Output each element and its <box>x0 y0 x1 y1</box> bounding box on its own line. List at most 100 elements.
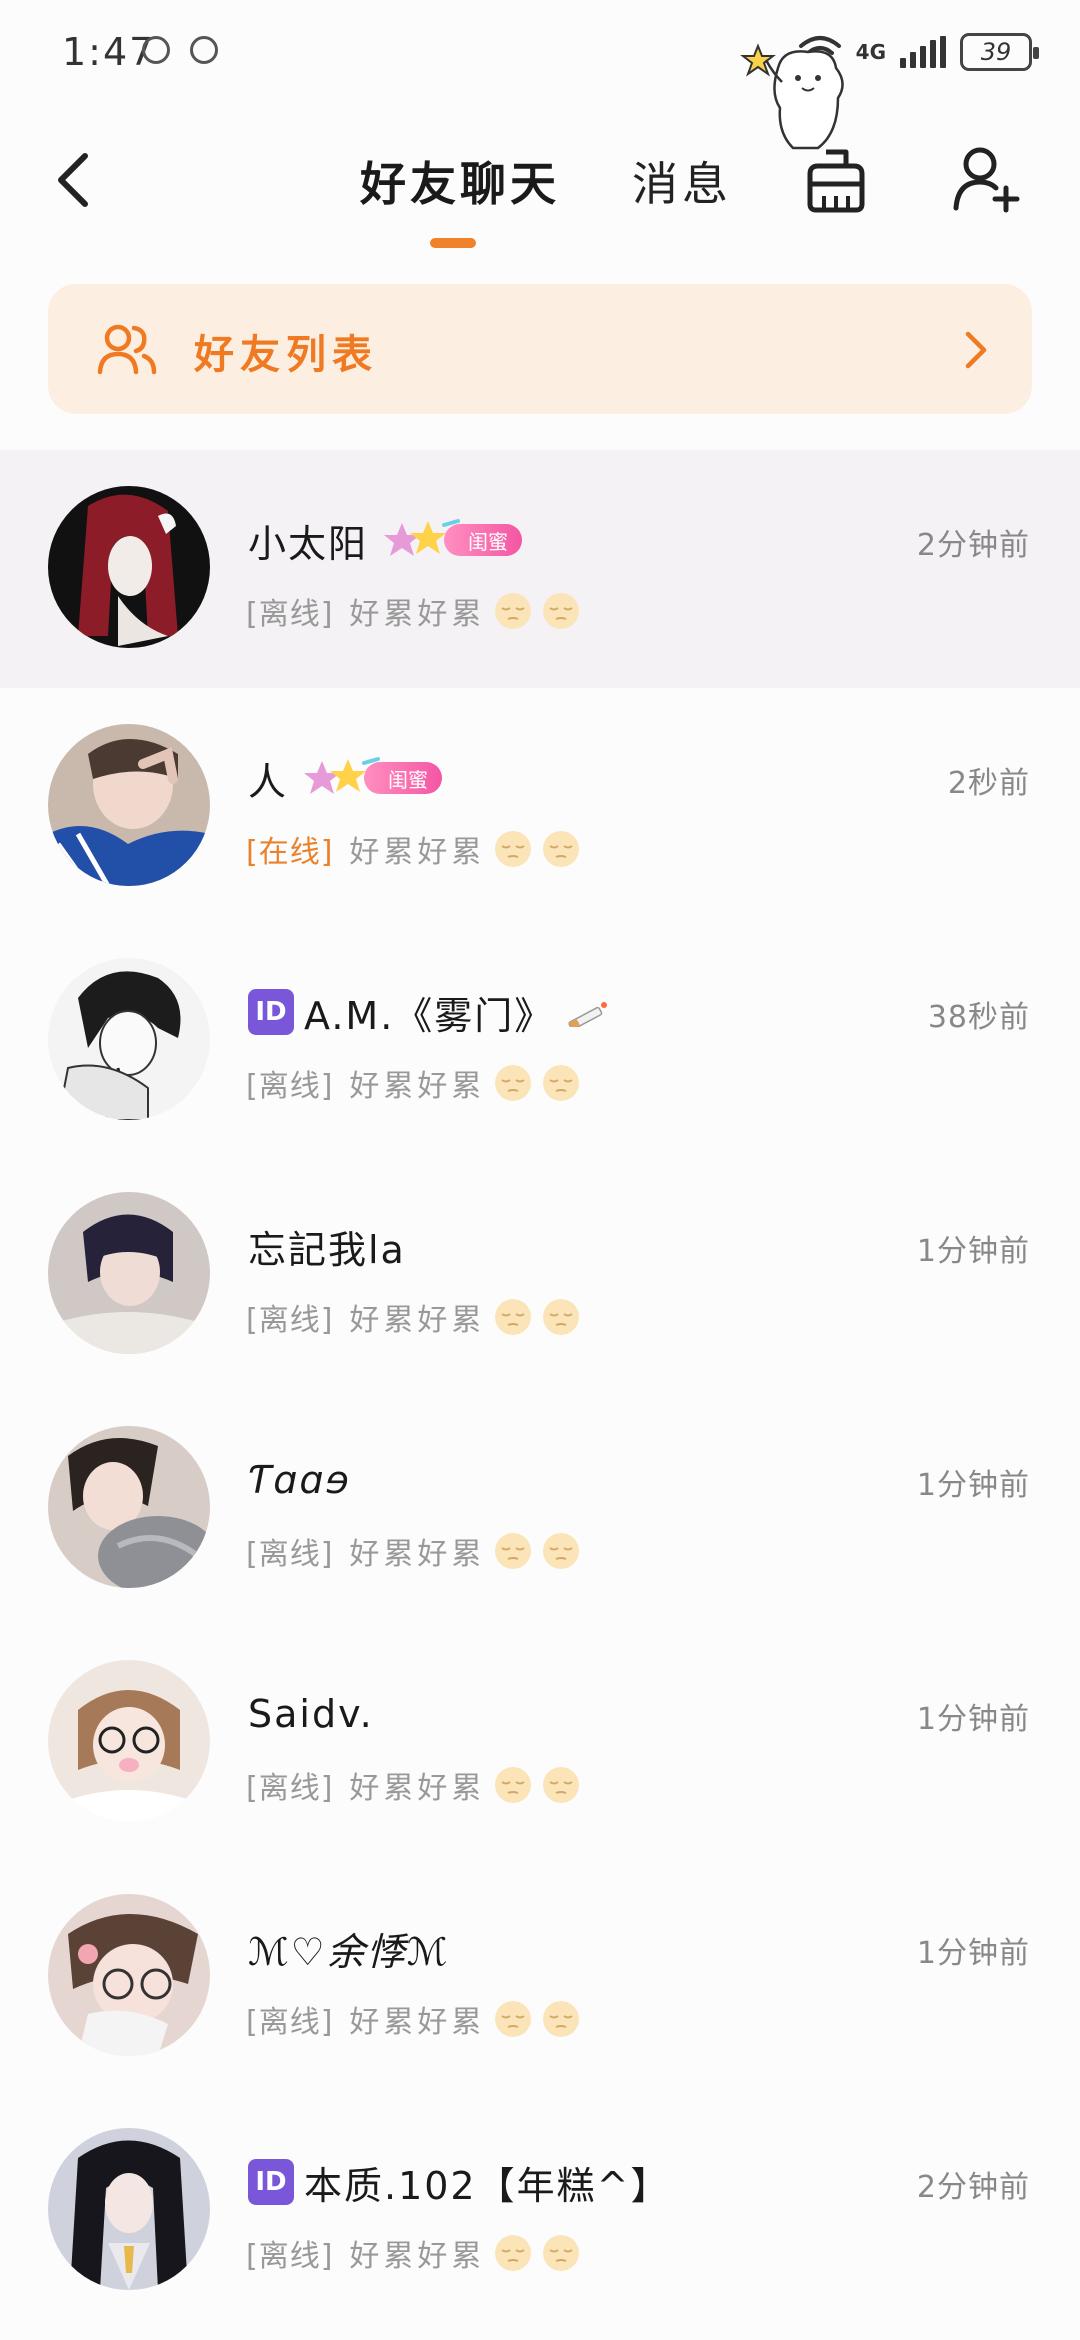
chat-row[interactable]: 人 闺蜜 2秒前 [在线] 好累好累 <box>0 688 1080 922</box>
battery-level: 39 <box>980 38 1012 66</box>
pensive-face-icon <box>495 1533 532 1569</box>
last-active-time: 2分钟前 <box>916 528 1030 563</box>
pensive-face-icon <box>543 593 580 629</box>
last-active-time: 1分钟前 <box>916 1468 1030 1503</box>
broom-icon <box>807 149 865 213</box>
top-navigation: 好友聊天 消息 <box>0 100 1080 270</box>
message-preview: [离线] 好累好累 <box>246 1526 581 1576</box>
pensive-face-icon <box>543 1767 580 1803</box>
avatar <box>48 724 210 886</box>
message-preview: [离线] 好累好累 <box>246 2228 581 2278</box>
chat-list: 小太阳 闺蜜 2分钟前 [离线] 好累好累 人 闺蜜 2秒前 [在线] 好累好累… <box>0 450 1080 2326</box>
name-line: ID 本质.102【年糕^】 <box>248 2154 670 2210</box>
chat-row[interactable]: 小太阳 闺蜜 2分钟前 [离线] 好累好累 <box>0 450 1080 688</box>
id-badge: ID <box>248 989 294 1035</box>
online-status: [在线] <box>246 835 334 870</box>
signal-icon <box>900 36 946 68</box>
avatar <box>48 1660 210 1822</box>
pensive-face-icon <box>495 2235 532 2271</box>
online-status: [离线] <box>246 1537 334 1572</box>
last-active-time: 2分钟前 <box>916 2170 1030 2205</box>
online-status: [离线] <box>246 1303 334 1338</box>
chat-row[interactable]: ℳ♡余悸ℳ 1分钟前 [离线] 好累好累 <box>0 1858 1080 2092</box>
last-active-time: 1分钟前 <box>916 1234 1030 1269</box>
name-line: ℳ♡余悸ℳ <box>248 1920 449 1976</box>
message-preview: [离线] 好累好累 <box>246 586 581 636</box>
notification-icon <box>142 36 170 64</box>
contact-name: ℳ♡余悸ℳ <box>248 1929 450 1974</box>
pensive-face-icon <box>495 1299 532 1335</box>
notification-icon <box>190 36 218 64</box>
name-line: 忘記我la <box>248 1218 406 1274</box>
pensive-face-icon <box>543 2001 580 2037</box>
last-message: 好累好累 <box>349 2239 486 2274</box>
avatar <box>48 958 210 1120</box>
last-active-time: 2秒前 <box>947 766 1030 801</box>
relation-badge: 闺蜜 <box>378 517 523 563</box>
avatar <box>48 486 210 648</box>
pensive-face-icon <box>543 831 580 867</box>
cigarette-icon <box>568 1002 608 1027</box>
contact-name: 本质.102【年糕^】 <box>304 2163 671 2208</box>
tab-messages[interactable]: 消息 <box>632 148 732 214</box>
message-preview: [离线] 好累好累 <box>246 1292 581 1342</box>
relation-label: 闺蜜 <box>444 524 523 556</box>
online-status: [离线] <box>246 2239 334 2274</box>
last-message: 好累好累 <box>349 597 486 632</box>
tab-friend-chat[interactable]: 好友聊天 <box>360 148 560 214</box>
name-line: Saidv. <box>248 1686 374 1742</box>
chat-row[interactable]: 忘記我la 1分钟前 [离线] 好累好累 <box>0 1156 1080 1390</box>
avatar <box>48 2128 210 2290</box>
chevron-right-icon <box>965 331 987 369</box>
add-friend-button[interactable] <box>950 142 1022 214</box>
friend-list-banner[interactable]: 好友列表 <box>48 284 1032 414</box>
avatar <box>48 1192 210 1354</box>
pensive-face-icon <box>495 2001 532 2037</box>
last-active-time: 1分钟前 <box>916 1936 1030 1971</box>
contact-name: 人 <box>248 759 289 804</box>
last-message: 好累好累 <box>349 835 486 870</box>
chat-row[interactable]: ID 本质.102【年糕^】 2分钟前 [离线] 好累好累 <box>0 2092 1080 2326</box>
chat-row[interactable]: ID A.M.《雾门》 38秒前 [离线] 好累好累 <box>0 922 1080 1156</box>
chat-row[interactable]: Saidv. 1分钟前 [离线] 好累好累 <box>0 1624 1080 1858</box>
online-status: [离线] <box>246 597 334 632</box>
active-tab-indicator <box>430 238 476 248</box>
contact-name: Ƭɑɑɘ <box>248 1458 351 1502</box>
add-user-icon <box>953 147 1020 213</box>
last-message: 好累好累 <box>349 1537 486 1572</box>
avatar <box>48 1426 210 1588</box>
last-active-time: 1分钟前 <box>916 1702 1030 1737</box>
battery-icon: 39 <box>960 33 1039 71</box>
last-active-time: 38秒前 <box>927 1000 1030 1035</box>
contact-name: 忘記我la <box>248 1227 406 1272</box>
name-line: Ƭɑɑɘ <box>248 1452 351 1508</box>
chevron-left-icon <box>58 153 88 207</box>
back-button[interactable] <box>40 140 104 220</box>
chat-row[interactable]: Ƭɑɑɘ 1分钟前 [离线] 好累好累 <box>0 1390 1080 1624</box>
pensive-face-icon <box>543 2235 580 2271</box>
name-line: 人 闺蜜 <box>248 750 443 806</box>
relation-badge: 闺蜜 <box>298 755 443 801</box>
contact-name: Saidv. <box>248 1692 374 1736</box>
pensive-face-icon <box>495 1767 532 1803</box>
clear-messages-button[interactable] <box>800 144 872 216</box>
pensive-face-icon <box>495 1065 532 1101</box>
pensive-face-icon <box>495 831 532 867</box>
name-line: ID A.M.《雾门》 <box>248 984 612 1040</box>
last-message: 好累好累 <box>349 1069 486 1104</box>
last-message: 好累好累 <box>349 1303 486 1338</box>
friend-list-label: 好友列表 <box>194 332 378 378</box>
relation-label: 闺蜜 <box>364 762 443 794</box>
last-message: 好累好累 <box>349 2005 486 2040</box>
contact-name: A.M.《雾门》 <box>304 993 555 1038</box>
online-status: [离线] <box>246 1069 334 1104</box>
message-preview: [离线] 好累好累 <box>246 1994 581 2044</box>
status-bar: 1:47 4G 39 <box>0 0 1080 100</box>
message-preview: [离线] 好累好累 <box>246 1760 581 1810</box>
pensive-face-icon <box>543 1065 580 1101</box>
pensive-face-icon <box>543 1533 580 1569</box>
message-preview: [在线] 好累好累 <box>246 824 581 874</box>
id-badge: ID <box>248 2159 294 2205</box>
friends-icon <box>97 324 157 375</box>
name-line: 小太阳 闺蜜 <box>248 512 523 568</box>
